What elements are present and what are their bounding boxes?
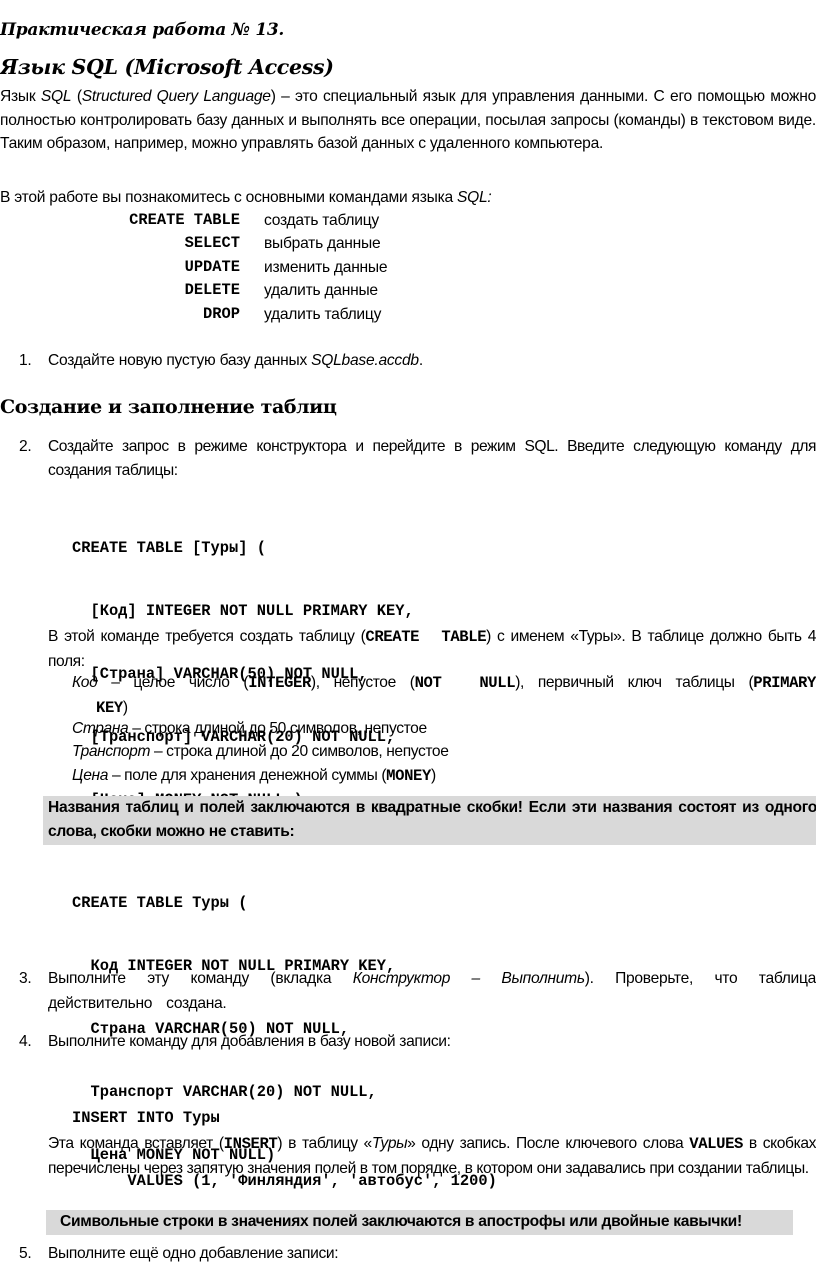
keyword: PRIMARY (753, 674, 816, 692)
step-text: Выполните ещё одно добавление записи: (48, 1245, 339, 1262)
command-row: CREATE TABLE создать таблицу (0, 209, 816, 233)
document-title: Практическая работа № 13. (0, 20, 285, 40)
keyword: VALUES (689, 1135, 743, 1153)
menu-path: Конструктор – Выполнить (352, 970, 585, 987)
field-name: Транспорт (72, 743, 151, 760)
commands-intro: В этой работе вы познакомитесь с основны… (0, 186, 492, 210)
code-line: [Код] INTEGER NOT NULL PRIMARY KEY, (72, 602, 414, 620)
step-2: 2. Создайте запрос в режиме конструктора… (0, 433, 816, 483)
intro-text: Язык (0, 88, 41, 105)
step-text-part: Выполните эту команду (вкладка (48, 970, 353, 987)
command-keyword: DELETE (184, 281, 240, 299)
document-subtitle: Язык SQL (Microsoft Access) (0, 55, 334, 79)
intro-paragraph: Язык SQL (Structured Query Language) – э… (0, 85, 816, 156)
step-number: 5. (19, 1245, 32, 1262)
command-keyword: CREATE TABLE (129, 211, 240, 229)
field-desc: – целое число ( (97, 674, 249, 691)
field-desc: ), непустое ( (310, 674, 415, 691)
keyword: INSERT (223, 1135, 278, 1153)
field-name: Код (72, 674, 98, 691)
filename: SQLbase.accdb (311, 352, 419, 369)
step-text-part: Создайте новую пустую базу данных (48, 352, 312, 369)
step-text: Выполните команду для добавления в базу … (48, 1033, 451, 1050)
command-description: удалить таблицу (264, 306, 382, 323)
intro-text: ( (71, 88, 82, 105)
field-transport: Транспорт – строка длиной до 20 символов… (72, 740, 449, 764)
field-cena: Цена – поле для хранения денежной суммы … (72, 764, 436, 789)
table-name: Туры (371, 1135, 408, 1152)
field-desc: ) (430, 767, 436, 784)
step-number: 4. (19, 1033, 32, 1050)
command-description: изменить данные (264, 259, 388, 276)
command-description: создать таблицу (264, 212, 379, 229)
command-keyword: SELECT (184, 234, 240, 252)
field-kod: Код – целое число (INTEGER), непустое (N… (72, 671, 816, 720)
code-line: INSERT INTO Туры (72, 1109, 220, 1127)
keyword: KEY (96, 698, 123, 717)
keyword: INTEGER (248, 674, 311, 692)
note-brackets: Названия таблиц и полей заключаются в кв… (43, 796, 816, 845)
field-desc: – строка длиной до 50 символов, непустое (128, 720, 427, 737)
insert-explanation: Эта команда вставляет (INSERT) в таблицу… (48, 1132, 816, 1180)
command-row: UPDATE изменить данные (0, 256, 816, 280)
command-row: SELECT выбрать данные (0, 232, 816, 256)
step-text: Создайте новую пустую базу данных SQLbas… (48, 349, 423, 373)
step-number: 2. (19, 438, 32, 455)
command-keyword: DROP (203, 305, 240, 323)
field-strana: Страна – строка длиной до 50 символов, н… (72, 717, 427, 741)
code-line: CREATE TABLE Туры ( (72, 894, 248, 912)
command-row: DROP удалить таблицу (0, 303, 816, 327)
field-desc: ), первичный ключ таблицы ( (515, 674, 754, 691)
field-desc: – строка длиной до 20 символов, непустое (150, 743, 449, 760)
step-text-part: . (418, 352, 423, 369)
keyword: NOT NULL (414, 674, 516, 692)
step-3: 3. Выполните эту команду (вкладка Констр… (0, 967, 816, 1017)
note-quotes: Символьные строки в значениях полей закл… (46, 1210, 793, 1235)
keyword: CREATE TABLE (365, 628, 487, 646)
command-row: DELETE удалить данные (0, 279, 816, 303)
step-text: Выполните эту команду (вкладка Конструкт… (48, 967, 816, 1016)
code-line: CREATE TABLE [Туры] ( (72, 539, 266, 557)
explain-text: Эта команда вставляет ( (48, 1135, 224, 1152)
command-description: удалить данные (264, 282, 378, 299)
create-explanation: В этой команде требуется создать таблицу… (48, 625, 816, 673)
field-desc: ) (122, 698, 128, 716)
command-keyword: UPDATE (184, 258, 240, 276)
section-heading: Создание и заполнение таблиц (0, 396, 337, 418)
field-name: Цена (72, 767, 109, 784)
command-description: выбрать данные (264, 235, 381, 252)
explain-text: В этой команде требуется создать таблицу… (48, 628, 366, 645)
sql-term: SQL (40, 88, 72, 105)
sql-full-name: Structured Query Language (81, 88, 271, 105)
commands-intro-text: В этой работе вы познакомитесь с основны… (0, 189, 457, 206)
step-number: 3. (19, 970, 32, 987)
sql-term: SQL: (456, 189, 492, 206)
explain-text: ) в таблицу « (277, 1135, 372, 1152)
explain-text: » одну запись. После ключевого слова (407, 1135, 690, 1152)
keyword: MONEY (386, 767, 431, 785)
step-number: 1. (19, 352, 32, 369)
field-name: Страна (72, 720, 129, 737)
step-text: Создайте запрос в режиме конструктора и … (48, 438, 816, 479)
field-desc: – поле для хранения денежной суммы ( (108, 767, 387, 784)
